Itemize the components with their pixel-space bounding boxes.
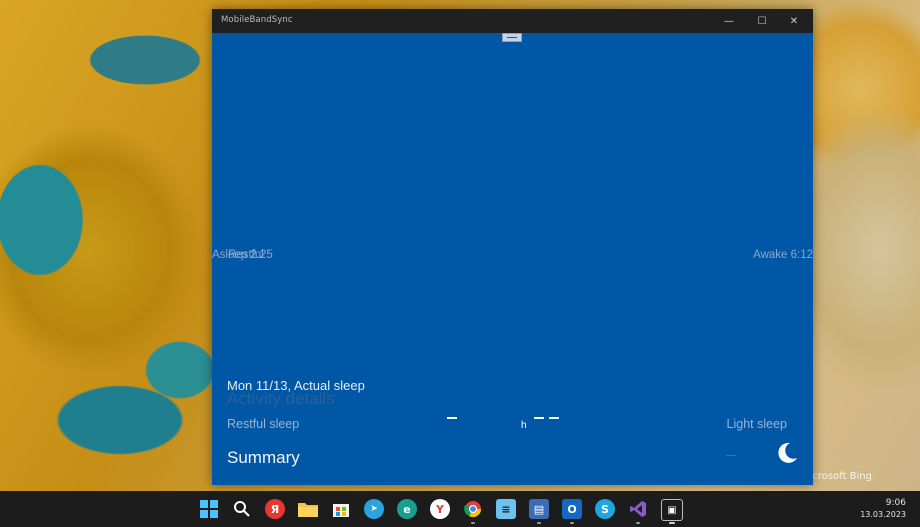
maximize-button[interactable]: ☐	[745, 9, 779, 33]
summary-separator	[726, 455, 736, 456]
restful-value-placeholder	[447, 417, 457, 419]
floppy-running-indicator	[537, 522, 541, 524]
restful-overlap-label: Restful	[228, 249, 264, 261]
visual-studio-icon[interactable]	[628, 499, 648, 519]
yandex-icon[interactable]: Я	[265, 499, 285, 519]
start-icon[interactable]	[199, 499, 219, 519]
title-bar[interactable]: MobileBandSync — ☐ ✕	[212, 9, 813, 33]
edge-icon[interactable]: e	[397, 499, 417, 519]
wallpaper-credit: icrosoft Bing	[809, 471, 872, 482]
activity-details-heading: Activity details	[227, 389, 335, 408]
chrome-icon[interactable]	[463, 499, 483, 519]
band-sync-active-indicator	[669, 522, 675, 524]
notepad-icon[interactable]: ≡	[496, 499, 516, 519]
hour-unit-label: h	[521, 420, 527, 431]
minimize-button[interactable]: —	[712, 9, 746, 33]
search-icon[interactable]	[232, 499, 252, 519]
clock-time: 9:06	[885, 498, 906, 508]
app-window: MobileBandSync — ☐ ✕ Asleep 2:25 Restful…	[212, 9, 813, 485]
summary-button[interactable]: Summary	[227, 448, 300, 468]
moon-icon[interactable]	[775, 441, 799, 465]
taskbar: Я ➤ e Y ≡ ▤ O S ▣ 9:06 13.03.2023	[0, 491, 920, 527]
minutes-value-placeholder	[549, 417, 559, 419]
chrome-running-indicator	[471, 522, 475, 524]
store-icon[interactable]	[331, 499, 351, 519]
awake-time-label: Awake 6:12	[753, 249, 813, 261]
close-button[interactable]: ✕	[777, 9, 811, 33]
desktop: icrosoft Bing MobileBandSync — ☐ ✕ Aslee…	[0, 0, 920, 527]
yandex-browser-icon[interactable]: Y	[430, 499, 450, 519]
floppy-app-icon[interactable]: ▤	[529, 499, 549, 519]
hours-value-placeholder	[534, 417, 544, 419]
band-sync-icon[interactable]: ▣	[661, 499, 683, 521]
system-clock[interactable]: 9:06 13.03.2023	[860, 497, 906, 521]
clock-date: 13.03.2023	[860, 510, 906, 519]
panel-drag-handle[interactable]	[502, 33, 522, 42]
outlook-icon[interactable]: O	[562, 499, 582, 519]
telegram-icon[interactable]: ➤	[364, 499, 384, 519]
file-explorer-icon[interactable]	[298, 499, 318, 519]
light-sleep-label: Light sleep	[726, 417, 787, 431]
outlook-running-indicator	[570, 522, 574, 524]
window-title: MobileBandSync	[221, 15, 293, 25]
restful-sleep-label: Restful sleep	[227, 417, 300, 431]
vs-running-indicator	[636, 522, 640, 524]
skype-icon[interactable]: S	[595, 499, 615, 519]
